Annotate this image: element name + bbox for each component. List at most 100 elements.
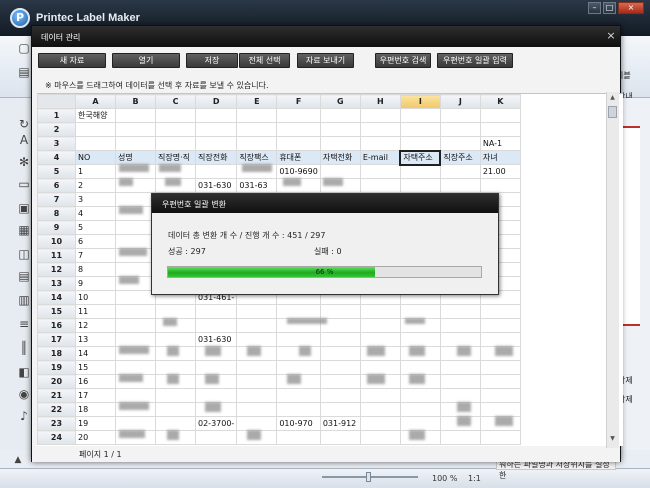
zip-batch-input-button[interactable]: 우편번호 일괄 입력 <box>437 53 513 68</box>
cell[interactable] <box>115 318 156 333</box>
table-row[interactable]: 1 한국해양 <box>37 108 521 123</box>
cell[interactable]: 031-630 <box>194 332 238 347</box>
cell[interactable] <box>276 122 321 137</box>
row-header[interactable]: 14 <box>37 290 76 305</box>
table-row[interactable]: 24 20 <box>37 430 521 445</box>
cell[interactable] <box>399 122 441 137</box>
row-header[interactable]: 11 <box>37 248 76 263</box>
cell[interactable]: 한국해양 <box>75 108 116 123</box>
cell[interactable] <box>399 402 441 417</box>
cell[interactable] <box>439 388 481 403</box>
cell[interactable] <box>155 108 196 123</box>
column-header-a[interactable]: A <box>75 94 116 109</box>
row-header[interactable]: 12 <box>37 262 76 277</box>
cell[interactable] <box>319 360 361 375</box>
cell[interactable] <box>115 388 156 403</box>
cell[interactable] <box>439 178 481 193</box>
column-header-k[interactable]: K <box>479 94 521 109</box>
cell[interactable] <box>479 430 521 445</box>
table-row[interactable]: 6 2 031-630 031-63 <box>37 178 521 193</box>
row-header[interactable]: 21 <box>37 388 76 403</box>
cell[interactable] <box>399 360 441 375</box>
cell[interactable] <box>319 304 361 319</box>
open-button[interactable]: 열기 <box>112 53 180 68</box>
rotate-icon[interactable]: ↻ <box>16 116 32 132</box>
cell[interactable]: 19 <box>75 416 116 431</box>
row-header[interactable]: 18 <box>37 346 76 361</box>
row-header[interactable]: 6 <box>37 178 76 193</box>
scroll-down-icon[interactable]: ▼ <box>608 435 617 444</box>
cell[interactable] <box>115 416 156 431</box>
row-header[interactable]: 2 <box>37 122 76 137</box>
cell[interactable] <box>319 164 361 179</box>
cell[interactable]: NA-1 <box>479 136 521 151</box>
table-row[interactable]: 18 14 <box>37 346 521 361</box>
cell[interactable] <box>359 304 401 319</box>
cell[interactable] <box>115 262 156 277</box>
globe-icon[interactable]: ◉ <box>16 386 32 402</box>
table-row[interactable]: 17 13 031-630 <box>37 332 521 347</box>
column-header-j[interactable]: J <box>439 94 481 109</box>
grid-icon[interactable]: ▦ <box>16 222 32 238</box>
cell[interactable]: 12 <box>75 318 116 333</box>
zoom-ratio[interactable]: 1:1 <box>468 474 481 483</box>
cell[interactable]: 직장명·직 <box>155 150 196 165</box>
cell[interactable] <box>319 346 361 361</box>
cell[interactable]: 5 <box>75 220 116 235</box>
new-data-button[interactable]: 새 자료 <box>38 53 106 68</box>
row-header[interactable]: 24 <box>37 430 76 445</box>
column-header-h[interactable]: H <box>359 94 401 109</box>
table-row[interactable]: 3 NA-1 <box>37 136 521 151</box>
cell[interactable] <box>236 360 278 375</box>
column-header-e[interactable]: E <box>236 94 278 109</box>
send-data-button[interactable]: 자료 보내기 <box>297 53 354 68</box>
cell[interactable] <box>399 332 441 347</box>
cell[interactable] <box>319 388 361 403</box>
row-header[interactable]: 1 <box>37 108 76 123</box>
row-header[interactable]: 3 <box>37 136 76 151</box>
cell[interactable] <box>359 332 401 347</box>
cell[interactable] <box>194 318 238 333</box>
shape-icon[interactable]: ▭ <box>16 176 32 192</box>
column-header-c[interactable]: C <box>155 94 196 109</box>
image-icon[interactable]: ▣ <box>16 200 32 216</box>
cell[interactable] <box>439 430 481 445</box>
cell[interactable] <box>439 122 481 137</box>
chart-icon[interactable]: ▥ <box>16 292 32 308</box>
cell[interactable] <box>155 360 196 375</box>
cell[interactable]: 10 <box>75 290 116 305</box>
cell[interactable] <box>359 318 401 333</box>
cell[interactable]: 성명 <box>115 150 156 165</box>
cell[interactable] <box>155 416 196 431</box>
row-header[interactable]: 19 <box>37 360 76 375</box>
cell[interactable] <box>359 178 401 193</box>
cell[interactable] <box>359 136 401 151</box>
cell[interactable]: 16 <box>75 374 116 389</box>
cell[interactable] <box>236 318 278 333</box>
row-header[interactable]: 13 <box>37 276 76 291</box>
cell[interactable]: E-mail <box>359 150 401 165</box>
cell[interactable] <box>276 430 321 445</box>
row-header[interactable]: 22 <box>37 402 76 417</box>
cell[interactable]: 7 <box>75 248 116 263</box>
snowflake-icon[interactable]: ✻ <box>16 154 32 170</box>
cell[interactable] <box>236 416 278 431</box>
table-row[interactable]: 2 <box>37 122 521 137</box>
row-header[interactable]: 7 <box>37 192 76 207</box>
cell[interactable] <box>236 304 278 319</box>
row-header[interactable]: 23 <box>37 416 76 431</box>
cell[interactable] <box>479 108 521 123</box>
cell[interactable] <box>155 332 196 347</box>
cell[interactable] <box>155 402 196 417</box>
cell[interactable] <box>155 136 196 151</box>
table-row[interactable]: 15 11 <box>37 304 521 319</box>
cell[interactable] <box>439 164 481 179</box>
cell[interactable] <box>115 136 156 151</box>
cell[interactable] <box>359 360 401 375</box>
cell[interactable] <box>479 178 521 193</box>
cell[interactable] <box>194 430 238 445</box>
cell[interactable] <box>359 164 401 179</box>
cell[interactable] <box>319 136 361 151</box>
cell[interactable] <box>276 402 321 417</box>
cell[interactable] <box>439 136 481 151</box>
